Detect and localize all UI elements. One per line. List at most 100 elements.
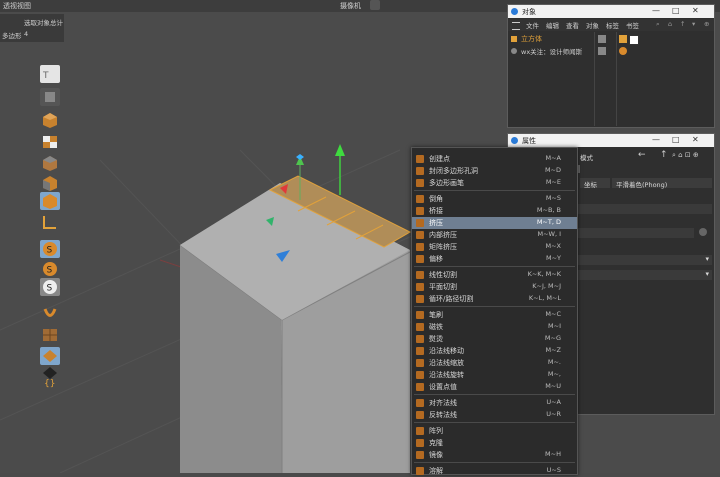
close-icon[interactable]: ✕	[692, 135, 699, 144]
snap-icon[interactable]: S	[40, 278, 60, 296]
checker-tag-icon[interactable]	[629, 35, 639, 45]
menu-item[interactable]: 设置点值 M~U	[412, 381, 577, 393]
up-arrow-icon[interactable]: ↑	[660, 150, 668, 160]
visibility-icon[interactable]	[598, 35, 606, 43]
menu-item-shortcut: M~H	[545, 450, 561, 458]
camera-label[interactable]: 摄像机	[340, 1, 361, 11]
tab-coords[interactable]: 坐标	[580, 178, 610, 189]
maximize-icon[interactable]: □	[672, 6, 680, 15]
maximize-icon[interactable]: □	[672, 135, 680, 144]
mode-label[interactable]: 模式	[580, 152, 593, 162]
svg-text:{}: {}	[44, 379, 55, 389]
brace-icon[interactable]: {}	[40, 372, 60, 390]
menu-item[interactable]: 阵列	[412, 425, 577, 437]
search-icon[interactable]: ⌕ ⌂ ⊡ ⊕	[672, 151, 699, 160]
menu-item[interactable]: 对齐法线 U~A	[412, 397, 577, 409]
menu-item[interactable]: 克隆	[412, 437, 577, 449]
menu-item[interactable]: 反转法线 U~R	[412, 409, 577, 421]
grid-icon[interactable]	[40, 347, 60, 365]
up-arrow-icon[interactable]: ↑	[680, 20, 685, 28]
menu-item[interactable]: 沿法线移动 M~Z	[412, 345, 577, 357]
menu-file[interactable]: 文件	[526, 20, 539, 30]
checker-icon[interactable]	[40, 133, 60, 151]
menu-item[interactable]: 线性切割 K~K, M~K	[412, 269, 577, 281]
menu-item[interactable]: 溶解 U~S	[412, 465, 577, 477]
object-label: 立方体	[521, 35, 542, 43]
tool-icon	[416, 295, 424, 303]
polygon-mode-icon[interactable]	[40, 192, 60, 210]
menu-edit[interactable]: 编辑	[546, 20, 559, 30]
settings-icon[interactable]: ⊕	[704, 20, 709, 28]
cube-icon[interactable]	[40, 154, 60, 172]
back-arrow-icon[interactable]: ←	[638, 150, 646, 160]
tag-icon[interactable]	[619, 47, 627, 55]
visibility-icon[interactable]	[598, 47, 606, 55]
menu-item[interactable]: 封闭多边形孔洞 M~D	[412, 165, 577, 177]
object-mode-icon[interactable]	[40, 88, 60, 106]
menu-item[interactable]: 矩阵挤压 M~X	[412, 241, 577, 253]
view-name[interactable]: 透视视图	[3, 1, 31, 11]
menu-view[interactable]: 查看	[566, 20, 579, 30]
minimize-icon[interactable]: —	[652, 135, 660, 144]
value-field[interactable]	[572, 228, 694, 238]
tab-phong[interactable]: 平滑着色(Phong)	[612, 178, 712, 189]
home-icon[interactable]: ⌂	[668, 20, 672, 28]
objects-window[interactable]: 对象 — □ ✕ 文件 编辑 查看 对象 标签 书签 ⌕ ⌂ ↑ ▾ ⊕ 立方体…	[507, 4, 715, 128]
attributes-title: 属性	[522, 137, 536, 145]
snap-icon[interactable]: S	[40, 240, 60, 258]
menu-item[interactable]: 磁铁 M~I	[412, 321, 577, 333]
menu-item[interactable]: 多边形画笔 M~E	[412, 177, 577, 189]
menu-item[interactable]: 沿法线缩放 M~.	[412, 357, 577, 369]
menu-item-label: 创建点	[429, 155, 450, 163]
cube-icon[interactable]	[40, 174, 60, 192]
menu-object[interactable]: 对象	[586, 20, 599, 30]
dropdown[interactable]: ▾	[572, 255, 712, 265]
menu-item[interactable]: 创建点 M~A	[412, 153, 577, 165]
menu-item[interactable]: 循环/路径切割 K~L, M~L	[412, 293, 577, 305]
camera-icon[interactable]	[370, 0, 380, 10]
tag-icon[interactable]	[619, 35, 627, 43]
menu-item-shortcut: M~U	[545, 382, 561, 390]
menu-item[interactable]: 偏移 M~Y	[412, 253, 577, 265]
object-item-cube[interactable]: 立方体	[511, 34, 591, 44]
reset-icon[interactable]	[699, 228, 707, 236]
filter-icon[interactable]: ▾	[692, 20, 695, 28]
menu-item[interactable]: 沿法线旋转 M~,	[412, 369, 577, 381]
menu-item[interactable]: 挤压 M~T, D	[412, 217, 577, 229]
snap-icon[interactable]: S	[40, 260, 60, 278]
cube-icon[interactable]	[40, 111, 60, 129]
menu-separator	[414, 306, 575, 307]
menu-item[interactable]: 内部挤压 M~W, I	[412, 229, 577, 241]
menu-item-shortcut: M~S	[545, 194, 561, 202]
menu-item[interactable]: 平面切割 K~J, M~J	[412, 281, 577, 293]
close-icon[interactable]: ✕	[692, 6, 699, 15]
attributes-titlebar[interactable]: 属性 — □ ✕	[508, 134, 714, 147]
objects-titlebar[interactable]: 对象 — □ ✕	[508, 5, 714, 18]
menu-item-label: 多边形画笔	[429, 179, 464, 187]
mesh-context-menu[interactable]: 创建点 M~A 封闭多边形孔洞 M~D 多边形画笔 M~E 倒角 M~S 桥接 M~B, B 挤压 M…	[411, 147, 578, 475]
object-item-null[interactable]: wx关注：设计师闻斯	[511, 46, 593, 56]
edge-mode-icon[interactable]	[40, 213, 60, 231]
minimize-icon[interactable]: —	[652, 6, 660, 15]
menu-item[interactable]: 倒角 M~S	[412, 193, 577, 205]
section-header	[572, 204, 712, 214]
menu-item-label: 设置点值	[429, 383, 457, 391]
menu-item[interactable]: 笔刷 M~C	[412, 309, 577, 321]
hamburger-icon[interactable]	[512, 22, 520, 30]
dropdown[interactable]: ▾	[572, 270, 712, 280]
tool-icon	[416, 283, 424, 291]
svg-text:T: T	[42, 71, 49, 81]
menu-item[interactable]: 熨烫 M~G	[412, 333, 577, 345]
menu-item-shortcut: M~W, I	[537, 230, 561, 238]
texture-mode-icon[interactable]: T	[40, 65, 60, 83]
menu-item[interactable]: 镜像 M~H	[412, 449, 577, 461]
menu-tags[interactable]: 标签	[606, 20, 619, 30]
grid-icon[interactable]	[40, 326, 60, 344]
menu-bookmarks[interactable]: 书签	[626, 20, 639, 30]
menu-item-label: 笔刷	[429, 311, 443, 319]
menu-item-label: 阵列	[429, 427, 443, 435]
magnet-icon[interactable]	[40, 304, 60, 322]
menu-separator	[414, 462, 575, 463]
menu-item[interactable]: 桥接 M~B, B	[412, 205, 577, 217]
search-icon[interactable]: ⌕	[656, 20, 660, 29]
